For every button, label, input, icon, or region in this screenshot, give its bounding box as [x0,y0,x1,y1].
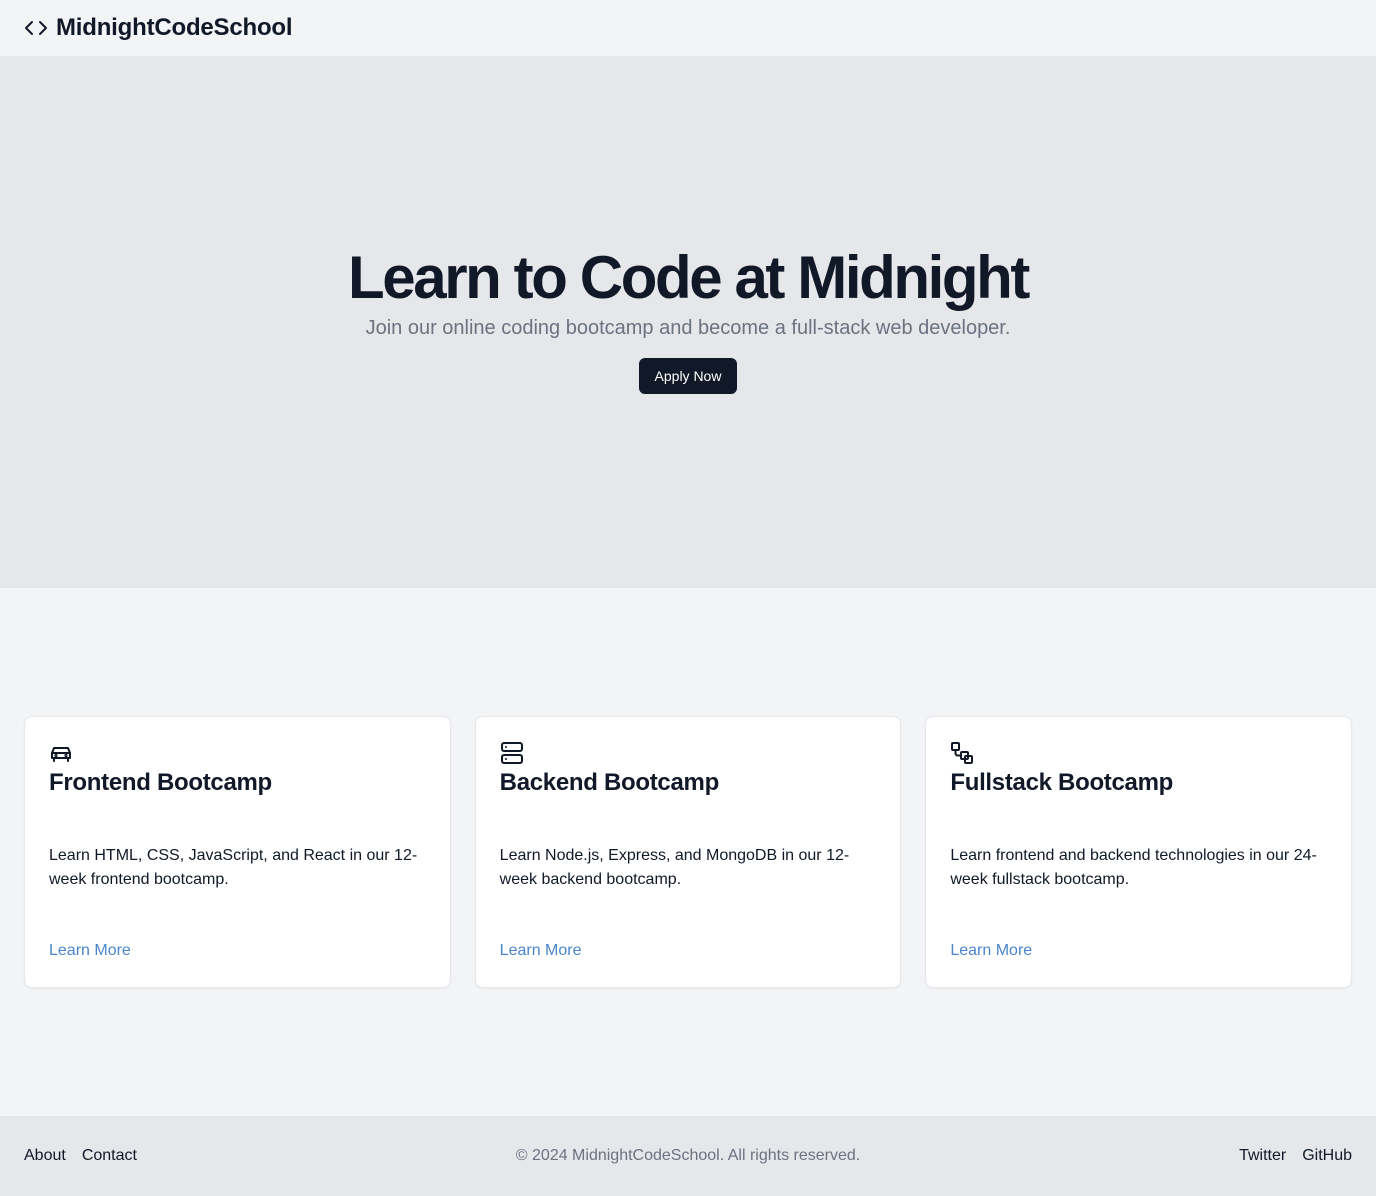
workflow-icon [950,741,974,765]
hero-subtitle: Join our online coding bootcamp and beco… [365,317,1011,339]
car-icon [49,741,73,765]
card-title: Frontend Bootcamp [49,769,272,796]
card-description: Learn Node.js, Express, and MongoDB in o… [499,847,850,888]
card-backend-bootcamp: Backend Bootcamp Learn Node.js, Express,… [474,716,902,988]
footer-link-github[interactable]: GitHub [1302,1147,1352,1165]
card-fullstack-bootcamp: Fullstack Bootcamp Learn frontend and ba… [925,716,1353,988]
card-title: Backend Bootcamp [499,769,720,796]
apply-now-button[interactable]: Apply Now [638,358,738,394]
top-navbar: MidnightCodeSchool [0,0,1376,56]
brand-logo-link[interactable]: MidnightCodeSchool [24,14,293,42]
learn-more-link-frontend[interactable]: Learn More [49,939,131,963]
learn-more-link-fullstack[interactable]: Learn More [950,939,1032,963]
footer-social-nav: Twitter GitHub [1239,1147,1352,1165]
footer-link-contact[interactable]: Contact [82,1147,137,1165]
footer-link-about[interactable]: About [24,1147,66,1165]
hero-title: Learn to Code at Midnight [348,244,1030,311]
footer-link-twitter[interactable]: Twitter [1239,1147,1286,1165]
code-brackets-icon [24,16,48,40]
site-footer: About Contact © 2024 MidnightCodeSchool.… [0,1116,1376,1196]
footer-left-nav: About Contact [24,1147,137,1165]
brand-name: MidnightCodeSchool [56,14,293,41]
card-description: Learn frontend and backend technologies … [950,847,1317,888]
card-frontend-bootcamp: Frontend Bootcamp Learn HTML, CSS, JavaS… [24,716,451,988]
card-description: Learn HTML, CSS, JavaScript, and React i… [49,847,418,888]
card-title: Fullstack Bootcamp [950,769,1173,796]
learn-more-link-backend[interactable]: Learn More [500,939,582,963]
bootcamp-cards: Frontend Bootcamp Learn HTML, CSS, JavaS… [24,716,1353,988]
hero-section: Learn to Code at Midnight Join our onlin… [0,56,1376,588]
server-icon [500,741,524,765]
copyright-text: © 2024 MidnightCodeSchool. All rights re… [515,1147,861,1164]
